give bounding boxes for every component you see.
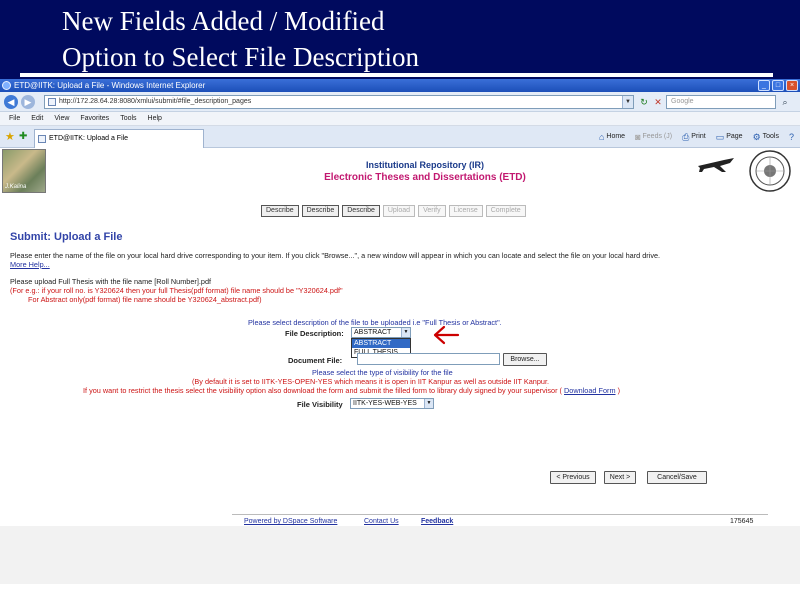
visibility-restrict-note: If you want to restrict the thesis selec… <box>83 386 620 395</box>
page-heading: Submit: Upload a File <box>10 231 123 243</box>
gear-icon: ⚙ <box>752 132 761 142</box>
document-file-input[interactable] <box>357 353 500 365</box>
menu-view[interactable]: View <box>54 112 69 125</box>
step-describe-2[interactable]: Describe <box>301 205 340 217</box>
feedback-link[interactable]: Feedback <box>421 517 453 526</box>
menu-tools[interactable]: Tools <box>120 112 136 125</box>
refresh-icon[interactable]: ↻ <box>638 96 650 108</box>
title-underline <box>20 73 773 77</box>
file-description-select[interactable]: ABSTRACT ▼ <box>351 327 411 338</box>
option-abstract[interactable]: ABSTRACT <box>352 339 410 348</box>
browser-titlebar: ETD@IITK: Upload a File - Windows Intern… <box>0 79 800 92</box>
powered-by-link[interactable]: Powered by DSpace Software <box>244 517 337 526</box>
file-visibility-select[interactable]: IITK-YES-WEB-YES ▼ <box>350 398 434 409</box>
page-icon: ▭ <box>715 132 725 142</box>
cancel-save-button[interactable]: Cancel/Save <box>647 471 707 484</box>
contact-us-link[interactable]: Contact Us <box>364 517 399 526</box>
airplane-icon <box>698 158 734 172</box>
menu-edit[interactable]: Edit <box>31 112 43 125</box>
browser-window: ETD@IITK: Upload a File - Windows Intern… <box>0 79 800 600</box>
annotation-arrow-icon <box>433 325 460 345</box>
help-icon[interactable]: ? <box>789 130 794 144</box>
cmd-feeds[interactable]: ◙ Feeds (J) <box>635 130 672 144</box>
url-text: http://172.28.64.28:8080/xmlui/submit/#f… <box>59 98 252 105</box>
previous-button[interactable]: < Previous <box>550 471 596 484</box>
step-describe-3[interactable]: Describe <box>342 205 380 217</box>
menu-bar: File Edit View Favorites Tools Help <box>0 112 800 126</box>
home-icon: ⌂ <box>598 132 605 142</box>
slide-title-line1: New Fields Added / Modified <box>62 6 385 36</box>
describe-instruction: Please select description of the file to… <box>248 318 502 327</box>
step-complete: Complete <box>485 205 526 217</box>
cmd-tools[interactable]: ⚙ Tools <box>753 130 779 144</box>
upload-note-1: Please upload Full Thesis with the file … <box>10 277 212 286</box>
back-icon[interactable]: ◀ <box>4 95 18 109</box>
chevron-down-icon[interactable]: ▼ <box>424 399 433 408</box>
download-form-link[interactable]: Download Form <box>564 386 616 395</box>
search-icon[interactable]: ⌕ <box>778 96 792 108</box>
minimize-button[interactable]: _ <box>758 80 770 91</box>
stop-icon[interactable]: ✕ <box>652 96 664 108</box>
page-icon <box>48 98 56 106</box>
print-icon: ⎙ <box>682 132 690 142</box>
browse-button[interactable]: Browse... <box>503 353 547 366</box>
tab-title: ETD@IITK: Upload a File <box>49 135 129 142</box>
cmd-print[interactable]: ⎙ Print <box>682 130 706 144</box>
add-favorite-icon[interactable]: ✚ <box>19 131 27 143</box>
tab-bar: ★ ✚ ETD@IITK: Upload a File ⌂ Home ◙ Feeds… <box>0 126 800 148</box>
step-verify: Verify <box>418 205 446 217</box>
ie-logo-icon <box>2 81 11 90</box>
window-title: ETD@IITK: Upload a File - Windows Intern… <box>14 81 206 90</box>
favorites-star-icon[interactable]: ★ <box>5 131 15 143</box>
repository-subtitle: Electronic Theses and Dissertations (ETD… <box>324 172 526 183</box>
footer-divider <box>232 514 768 515</box>
repository-title: Institutional Repository (IR) <box>366 160 484 170</box>
feeds-icon: ◙ <box>635 132 641 142</box>
campus-photo: J.Kalina <box>2 149 46 193</box>
upload-note-2: (For e.g.: if your roll no. is Y320624 t… <box>10 286 343 295</box>
visibility-instruction: Please select the type of visibility for… <box>312 368 453 377</box>
command-bar: ⌂ Home ◙ Feeds (J) ⎙ Print ▭ Page ⚙ Tools ? <box>599 130 794 144</box>
address-bar: ◀ ▶ http://172.28.64.28:8080/xmlui/submi… <box>0 92 800 112</box>
step-upload: Upload <box>382 205 416 217</box>
menu-favorites[interactable]: Favorites <box>80 112 109 125</box>
close-button[interactable]: × <box>786 80 798 91</box>
step-describe-1[interactable]: Describe <box>261 205 299 217</box>
forward-icon[interactable]: ▶ <box>21 95 35 109</box>
more-help-link[interactable]: More Help... <box>10 260 50 269</box>
file-description-value: ABSTRACT <box>354 329 392 336</box>
document-file-label: Document File: <box>288 356 343 365</box>
chevron-down-icon[interactable]: ▼ <box>622 96 633 108</box>
submission-steps: Describe Describe Describe Upload Verify… <box>261 205 526 217</box>
file-visibility-label: File Visibility <box>297 400 343 409</box>
photo-caption: J.Kalina <box>5 184 27 190</box>
step-license: License <box>448 205 483 217</box>
page-content: J.Kalina Institutional Repository (IR) E… <box>0 148 800 584</box>
iitk-seal-icon <box>749 150 791 192</box>
tab-page-icon <box>38 135 46 143</box>
url-field[interactable]: http://172.28.64.28:8080/xmlui/submit/#f… <box>44 95 634 109</box>
upload-instructions: Please enter the name of the file on you… <box>10 251 661 260</box>
search-input[interactable]: Google <box>666 95 776 109</box>
file-visibility-value: IITK-YES-WEB-YES <box>353 400 417 407</box>
next-button[interactable]: Next > <box>604 471 636 484</box>
file-description-label: File Description: <box>285 329 344 338</box>
visitor-counter: 175645 <box>730 518 754 525</box>
cmd-page[interactable]: ▭ Page <box>716 130 743 144</box>
chevron-down-icon[interactable]: ▼ <box>401 328 410 337</box>
menu-help[interactable]: Help <box>148 112 162 125</box>
page-bottom-area <box>0 526 800 584</box>
slide-title-line2: Option to Select File Description <box>62 42 419 72</box>
upload-note-3: For Abstract only(pdf format) file name … <box>28 295 262 304</box>
visibility-default-note: (By default it is set to IITK-YES-OPEN-Y… <box>192 377 550 386</box>
maximize-button[interactable]: □ <box>772 80 784 91</box>
browser-tab[interactable]: ETD@IITK: Upload a File <box>34 129 204 148</box>
cmd-home[interactable]: ⌂ Home <box>599 130 625 144</box>
menu-file[interactable]: File <box>9 112 20 125</box>
